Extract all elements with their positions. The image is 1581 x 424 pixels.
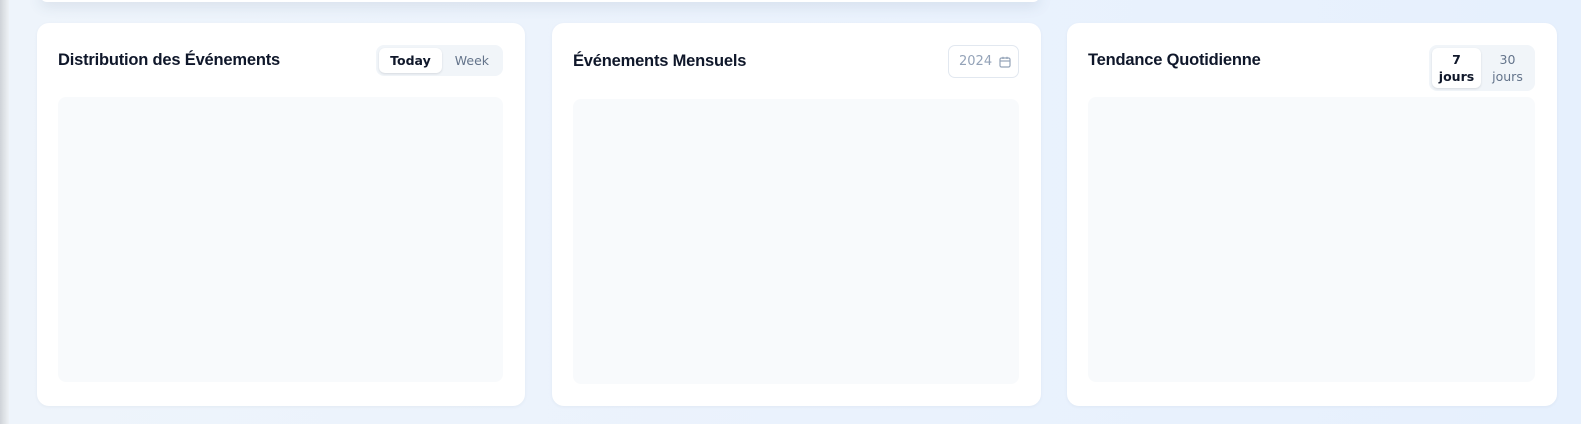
toggle-7-days-button[interactable]: 7 jours <box>1432 48 1481 88</box>
toggle-today-button[interactable]: Today <box>379 48 442 73</box>
chart-placeholder <box>1088 97 1535 382</box>
chart-placeholder <box>573 99 1019 384</box>
year-value: 2024 <box>959 54 993 69</box>
daily-trend-card: Tendance Quotidienne 7 jours 30 jours <box>1067 23 1557 406</box>
toggle-unit: jours <box>1492 69 1523 84</box>
period-toggle: Today Week <box>376 45 503 76</box>
left-sidebar-edge <box>0 0 9 424</box>
card-title: Tendance Quotidienne <box>1088 51 1261 69</box>
monthly-events-card: Événements Mensuels 2024 <box>552 23 1041 406</box>
toggle-unit: jours <box>1438 69 1475 84</box>
calendar-icon <box>999 56 1011 68</box>
toggle-number: 7 <box>1452 52 1461 67</box>
toggle-30-days-button[interactable]: 30 jours <box>1483 48 1532 88</box>
range-toggle: 7 jours 30 jours <box>1429 45 1535 91</box>
year-picker[interactable]: 2024 <box>948 45 1019 78</box>
event-distribution-card: Distribution des Événements Today Week <box>37 23 525 406</box>
chart-placeholder <box>58 97 503 382</box>
toggle-number: 30 <box>1499 52 1516 67</box>
card-title: Distribution des Événements <box>58 51 280 69</box>
card-title: Événements Mensuels <box>573 52 747 70</box>
toggle-week-button[interactable]: Week <box>444 48 500 73</box>
top-card-edge <box>40 0 1040 2</box>
